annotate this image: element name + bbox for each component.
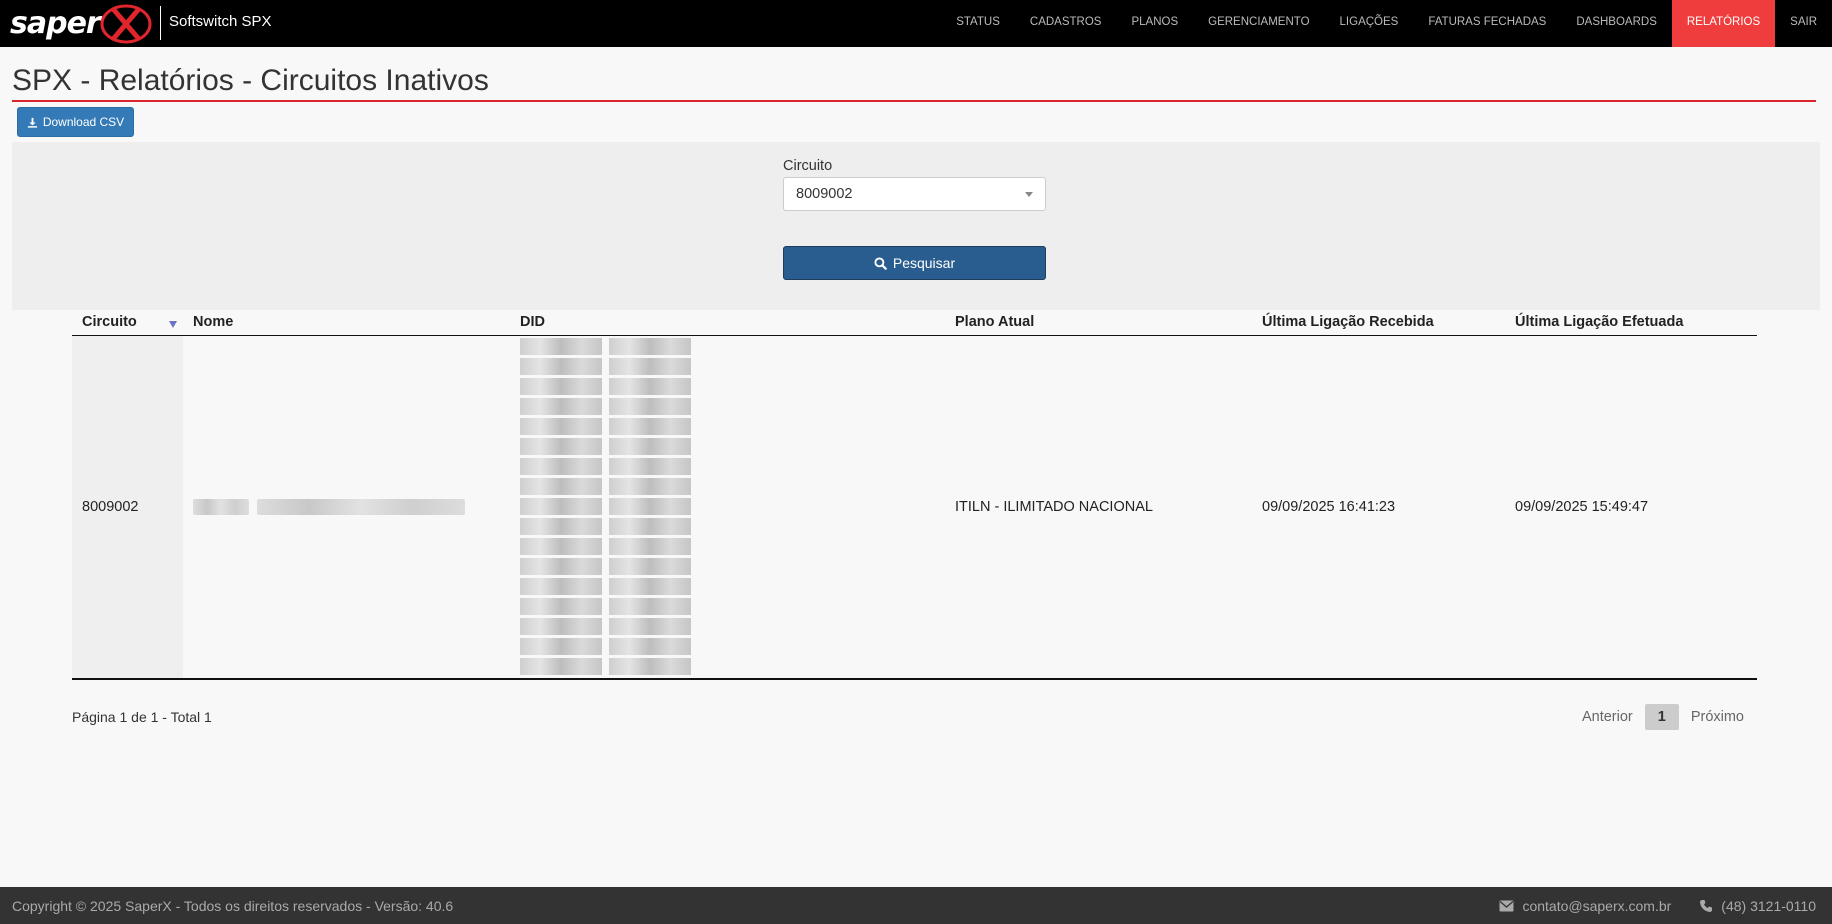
redacted-did-cell bbox=[609, 338, 691, 356]
redacted-did-cell bbox=[520, 418, 602, 436]
redacted-name bbox=[193, 498, 500, 515]
download-csv-button[interactable]: Download CSV bbox=[17, 107, 134, 137]
saperx-logo[interactable]: saper bbox=[10, 0, 152, 47]
redacted-did-cell bbox=[609, 358, 691, 376]
chevron-down-icon bbox=[1025, 192, 1033, 197]
column-header-circuito[interactable]: Circuito bbox=[72, 310, 183, 336]
nav-item-dashboards[interactable]: DASHBOARDS bbox=[1561, 0, 1672, 47]
redacted-did-cell bbox=[520, 498, 602, 516]
column-header-plano-atual[interactable]: Plano Atual bbox=[945, 310, 1252, 336]
footer-email-link[interactable]: contato@saperx.com.br bbox=[1522, 898, 1671, 914]
redacted-did-cell bbox=[609, 638, 691, 656]
logo-x-mark-icon bbox=[100, 4, 152, 44]
logo-wordmark: saper bbox=[10, 6, 101, 41]
redacted-did-cell bbox=[520, 658, 602, 676]
cell-ultima-efetuada: 09/09/2025 15:49:47 bbox=[1505, 335, 1757, 680]
search-button-label: Pesquisar bbox=[892, 255, 956, 271]
redacted-did-cell bbox=[520, 518, 602, 536]
redacted-did-cell bbox=[520, 578, 602, 596]
nav-item-cadastros[interactable]: CADASTROS bbox=[1015, 0, 1117, 47]
redacted-did-cell bbox=[609, 498, 691, 516]
results-table-wrapper: Circuito Nome DID Plano Atual Última Lig… bbox=[72, 310, 1757, 680]
pagination-previous[interactable]: Anterior bbox=[1570, 703, 1645, 731]
table-row[interactable]: 8009002 ITILN - ILIMITADO NACIONAL 09/09… bbox=[72, 335, 1757, 680]
column-header-ultima-recebida[interactable]: Última Ligação Recebida bbox=[1252, 310, 1505, 336]
redacted-did-list bbox=[520, 338, 935, 676]
main-nav: STATUS CADASTROS PLANOS GERENCIAMENTO LI… bbox=[941, 0, 1832, 47]
redacted-did-cell bbox=[609, 518, 691, 536]
redacted-did-cell bbox=[520, 558, 602, 576]
footer-copyright: Copyright © 2025 SaperX - Todos os direi… bbox=[12, 897, 454, 914]
redacted-did-cell bbox=[609, 538, 691, 556]
nav-item-planos[interactable]: PLANOS bbox=[1116, 0, 1193, 47]
app-name: Softswitch SPX bbox=[169, 13, 272, 30]
nav-item-relatorios[interactable]: RELATÓRIOS bbox=[1671, 0, 1776, 47]
redacted-did-cell bbox=[609, 438, 691, 456]
column-header-nome[interactable]: Nome bbox=[183, 310, 510, 336]
column-header-circuito-label: Circuito bbox=[82, 314, 137, 331]
redacted-did-cell bbox=[520, 478, 602, 496]
sort-desc-icon bbox=[169, 321, 177, 328]
download-csv-label: Download CSV bbox=[42, 115, 125, 129]
circuito-select[interactable]: 8009002 bbox=[783, 177, 1046, 211]
nav-item-gerenciamento[interactable]: GERENCIAMENTO bbox=[1193, 0, 1324, 47]
circuito-filter-label: Circuito bbox=[783, 158, 833, 174]
cell-plano-atual: ITILN - ILIMITADO NACIONAL bbox=[945, 335, 1252, 680]
redacted-did-cell bbox=[520, 458, 602, 476]
filter-panel bbox=[12, 142, 1820, 310]
circuito-select-value: 8009002 bbox=[796, 186, 853, 202]
envelope-icon bbox=[1499, 900, 1514, 912]
top-navbar: saper Softswitch SPX STATUS CADASTROS PL… bbox=[0, 0, 1832, 47]
nav-item-faturas-fechadas[interactable]: FATURAS FECHADAS bbox=[1413, 0, 1561, 47]
redacted-did-cell bbox=[609, 478, 691, 496]
redacted-did-cell bbox=[520, 338, 602, 356]
redacted-did-cell bbox=[609, 658, 691, 676]
cell-nome-redacted bbox=[183, 335, 510, 680]
table-header-row: Circuito Nome DID Plano Atual Última Lig… bbox=[72, 310, 1757, 336]
pagination: Anterior 1 Próximo bbox=[1570, 703, 1756, 731]
redacted-did-cell bbox=[520, 618, 602, 636]
page-title: SPX - Relatórios - Circuitos Inativos bbox=[12, 64, 489, 97]
nav-item-sair[interactable]: SAIR bbox=[1775, 0, 1832, 47]
redacted-did-cell bbox=[520, 378, 602, 396]
redacted-did-cell bbox=[520, 398, 602, 416]
column-header-did[interactable]: DID bbox=[510, 310, 945, 336]
pagination-page-current[interactable]: 1 bbox=[1644, 704, 1679, 730]
redacted-did-cell bbox=[609, 418, 691, 436]
redacted-did-cell bbox=[609, 618, 691, 636]
cell-circuito: 8009002 bbox=[72, 335, 183, 680]
redacted-did-cell bbox=[609, 378, 691, 396]
footer-contact: contato@saperx.com.br (48) 3121-0110 bbox=[1499, 898, 1816, 914]
redacted-did-cell bbox=[609, 558, 691, 576]
footer-phone: (48) 3121-0110 bbox=[1721, 897, 1816, 914]
column-header-ultima-efetuada[interactable]: Última Ligação Efetuada bbox=[1505, 310, 1757, 336]
search-button[interactable]: Pesquisar bbox=[783, 246, 1046, 280]
redacted-did-cell bbox=[609, 578, 691, 596]
pagination-next[interactable]: Próximo bbox=[1679, 703, 1756, 731]
redacted-did-cell bbox=[520, 358, 602, 376]
redacted-did-cell bbox=[520, 598, 602, 616]
nav-item-status[interactable]: STATUS bbox=[941, 0, 1015, 47]
redacted-did-cell bbox=[609, 598, 691, 616]
search-icon bbox=[874, 256, 887, 270]
redacted-did-cell bbox=[520, 638, 602, 656]
redacted-did-cell bbox=[609, 398, 691, 416]
title-divider bbox=[12, 100, 1816, 102]
cell-ultima-recebida: 09/09/2025 16:41:23 bbox=[1252, 335, 1505, 680]
results-table: Circuito Nome DID Plano Atual Última Lig… bbox=[72, 310, 1757, 680]
redacted-did-cell bbox=[520, 438, 602, 456]
cell-did-redacted bbox=[510, 335, 945, 680]
redacted-did-cell bbox=[609, 458, 691, 476]
download-icon bbox=[27, 117, 37, 128]
redacted-did-cell bbox=[520, 538, 602, 556]
page-footer: Copyright © 2025 SaperX - Todos os direi… bbox=[0, 887, 1832, 924]
phone-icon bbox=[1699, 899, 1713, 913]
brand-divider bbox=[160, 6, 161, 40]
nav-item-ligacoes[interactable]: LIGAÇÕES bbox=[1325, 0, 1414, 47]
pagination-info: Página 1 de 1 - Total 1 bbox=[72, 709, 212, 725]
